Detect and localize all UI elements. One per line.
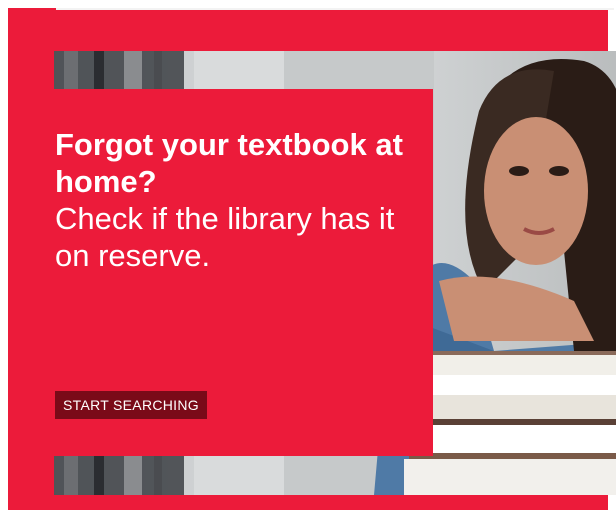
headline-bold: Forgot your textbook at home? — [55, 127, 403, 199]
top-divider — [56, 8, 614, 10]
start-searching-button[interactable]: START SEARCHING — [55, 391, 207, 419]
headline-regular: Check if the library has it on reserve. — [55, 201, 395, 273]
ad-banner[interactable]: Forgot your textbook at home? Check if t… — [8, 8, 616, 510]
headline: Forgot your textbook at home? Check if t… — [55, 126, 415, 274]
